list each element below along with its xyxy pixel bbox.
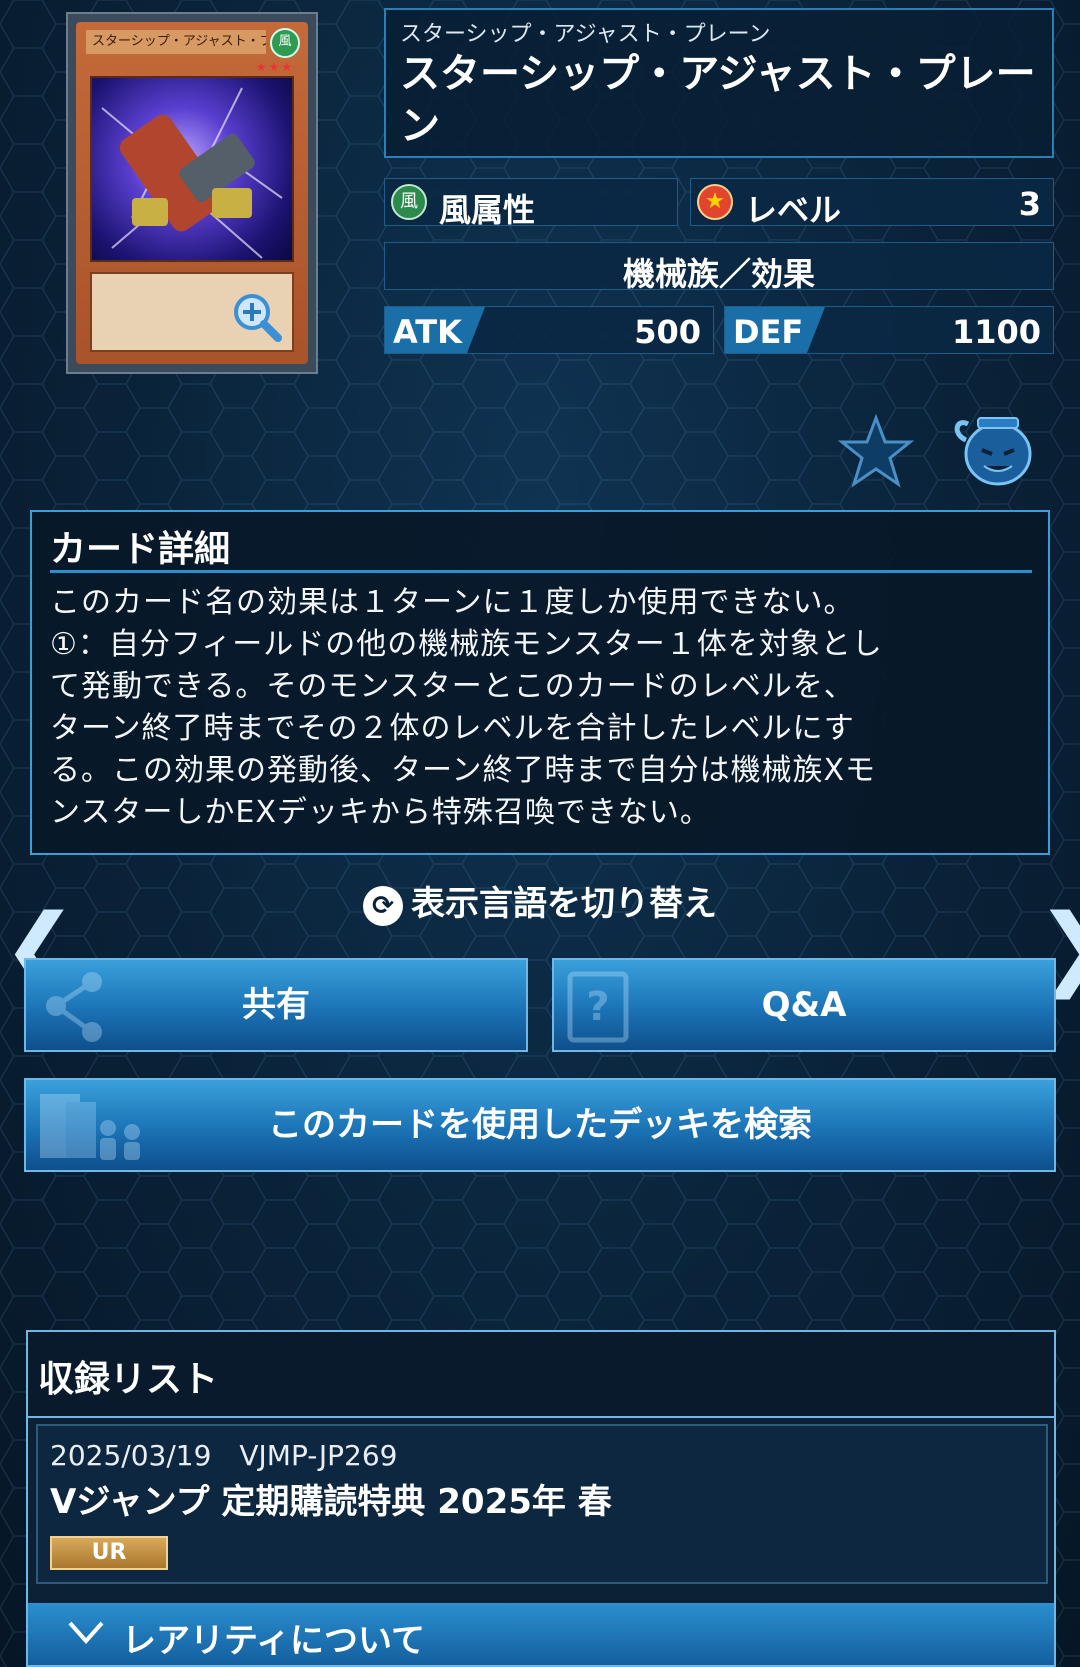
atk-label: ATK [393, 313, 462, 351]
svg-text:?: ? [586, 984, 609, 1030]
atk-value: 500 [634, 313, 701, 351]
atk-field: ATK 500 [384, 306, 714, 354]
question-card-icon: ? [567, 971, 629, 1043]
zoom-icon[interactable] [230, 290, 284, 344]
qa-label: Q&A [761, 985, 847, 1025]
card-detail-box: カード詳細 このカード名の効果は１ターンに１度しか使用できない。 ①：自分フィー… [30, 510, 1050, 855]
switch-language-label: 表示言語を切り替え [411, 884, 717, 924]
attribute-label: 風属性 [439, 191, 536, 229]
qa-button[interactable]: ? Q&A [552, 958, 1056, 1052]
product-title: Vジャンプ 定期購読特典 2025年 春 [50, 1482, 612, 1522]
refresh-icon: ⟳ [363, 885, 403, 926]
record-list-heading: 収録リスト [38, 1359, 219, 1400]
release-date-code: 2025/03/19 VJMP-JP269 [50, 1439, 398, 1472]
def-value: 1100 [951, 313, 1041, 351]
wind-attribute-icon: 風 [391, 184, 427, 220]
card-face: スターシップ・アジャスト・プレーン 風 ★★★ [76, 22, 308, 364]
type-field: 機械族／効果 [384, 242, 1054, 293]
star-icon[interactable] [838, 414, 914, 488]
rarity-badge: UR [50, 1536, 168, 1570]
card-name: スターシップ・アジャスト・プレーン [400, 51, 1036, 149]
record-list-panel: 収録リスト 2025/03/19 VJMP-JP269 Vジャンプ 定期購読特典… [26, 1330, 1056, 1667]
def-field: DEF 1100 [724, 306, 1054, 354]
card-name-ruby: スターシップ・アジャスト・プレーン [400, 22, 771, 47]
def-label: DEF [733, 313, 804, 351]
card-image-attribute: 風 [270, 28, 300, 58]
rarity-info-toggle[interactable]: レアリティについて [28, 1603, 1054, 1665]
level-star-icon: ★ [697, 184, 733, 220]
atk-tag: ATK [385, 307, 485, 353]
card-image[interactable]: スターシップ・アジャスト・プレーン 風 ★★★ [66, 12, 318, 374]
card-text-area [90, 272, 294, 352]
detail-divider [50, 570, 1032, 573]
share-label: 共有 [242, 985, 310, 1025]
type-label: 機械族／効果 [622, 255, 815, 293]
card-image-stars: ★★★ [255, 60, 294, 74]
deck-search-button[interactable]: このカードを使用したデッキを検索 [24, 1078, 1056, 1172]
record-list-header: 収録リスト [28, 1332, 1054, 1418]
def-tag: DEF [725, 307, 825, 353]
list-item[interactable]: 2025/03/19 VJMP-JP269 Vジャンプ 定期購読特典 2025年… [36, 1424, 1048, 1584]
card-effect-text: このカード名の効果は１ターンに１度しか使用できない。 ①：自分フィールドの他の機… [50, 585, 883, 830]
switch-language-button[interactable]: ⟳ 表示言語を切り替え [0, 876, 1080, 926]
card-image-name: スターシップ・アジャスト・プレーン [86, 30, 266, 54]
rarity-info-label: レアリティについて [122, 1621, 425, 1661]
deck-search-label: このカードを使用したデッキを検索 [268, 1105, 812, 1145]
detail-heading: カード詳細 [50, 529, 231, 570]
chevron-down-icon [68, 1621, 104, 1645]
pot-of-greed-icon[interactable] [952, 412, 1038, 490]
share-icon [46, 972, 102, 1042]
level-field: ★ レベル 3 [690, 178, 1054, 229]
deck-people-icon [40, 1094, 140, 1160]
card-artwork [90, 76, 294, 262]
attribute-field: 風 風属性 [384, 178, 678, 229]
level-label: レベル [745, 191, 842, 229]
card-title-box: スターシップ・アジャスト・プレーン スターシップ・アジャスト・プレーン [384, 8, 1054, 158]
share-button[interactable]: 共有 [24, 958, 528, 1052]
level-value: 3 [1018, 185, 1041, 223]
